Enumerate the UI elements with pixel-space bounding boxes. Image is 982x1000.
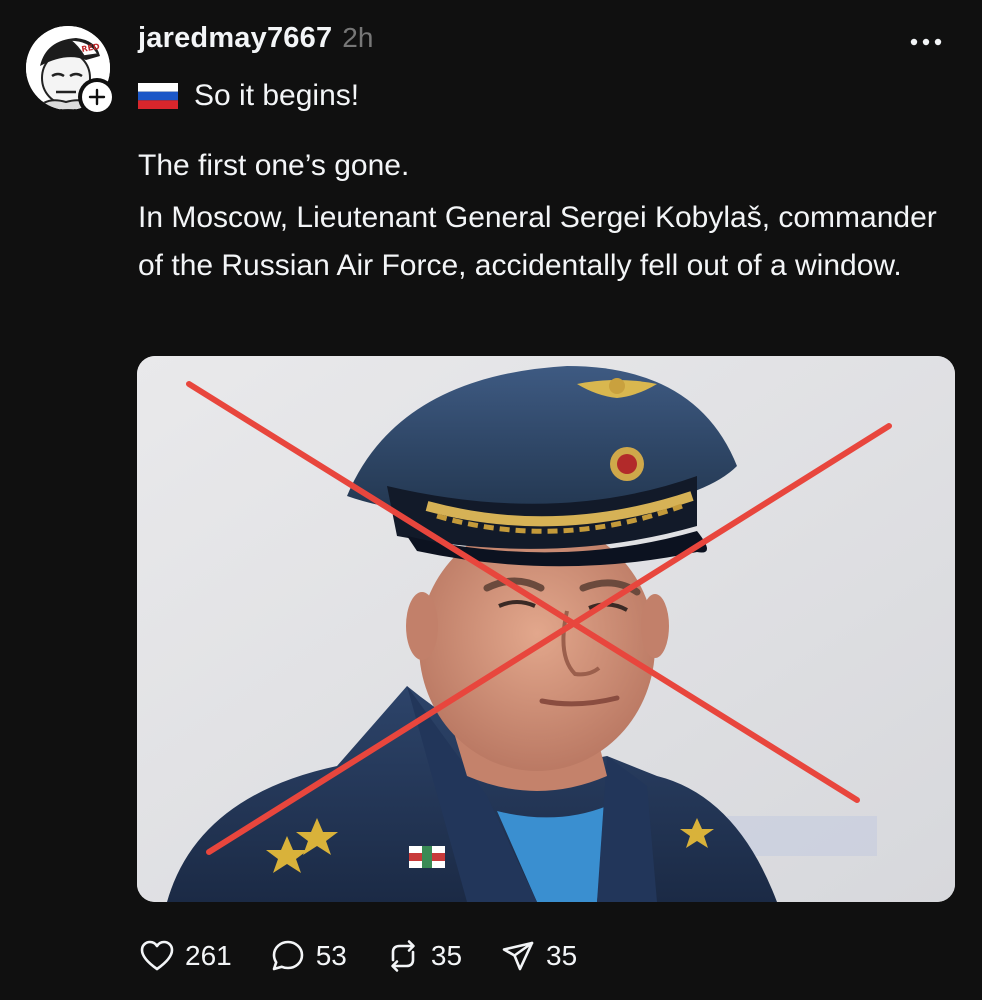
comment-icon [272, 940, 304, 971]
follow-button[interactable] [78, 78, 116, 116]
post-image[interactable] [137, 356, 955, 902]
post-body: The first one’s gone. In Moscow, Lieuten… [138, 142, 938, 290]
caption-line: So it begins! [138, 76, 359, 116]
body-line-1: The first one’s gone. [138, 149, 410, 182]
comment-button[interactable]: 53 [268, 936, 347, 976]
repost-button[interactable]: 35 [383, 936, 462, 976]
repost-icon [391, 940, 415, 972]
heart-icon [140, 940, 174, 971]
more-icon [910, 38, 942, 46]
plus-icon [88, 88, 106, 106]
repost-count: 35 [430, 940, 463, 971]
threads-post: RED jaredmay7667 2h So it begins! The fi… [0, 0, 982, 1000]
send-icon [502, 941, 534, 971]
more-options-button[interactable] [906, 30, 946, 54]
like-count: 261 [185, 940, 232, 971]
share-button[interactable]: 35 [498, 936, 577, 976]
body-line-2: In Moscow, Lieutenant General Sergei Kob… [138, 201, 937, 282]
comment-count: 53 [315, 940, 347, 971]
russia-flag-icon [138, 83, 178, 109]
action-bar: 261 53 35 35 [137, 934, 613, 978]
caption-text: So it begins! [194, 79, 360, 112]
timestamp: 2h [342, 22, 374, 53]
officer-photo-crossed-out [137, 356, 955, 902]
username[interactable]: jaredmay7667 [138, 22, 332, 55]
share-count: 35 [546, 940, 578, 971]
post-header: jaredmay7667 2h [138, 22, 373, 62]
like-button[interactable]: 261 [137, 936, 232, 976]
